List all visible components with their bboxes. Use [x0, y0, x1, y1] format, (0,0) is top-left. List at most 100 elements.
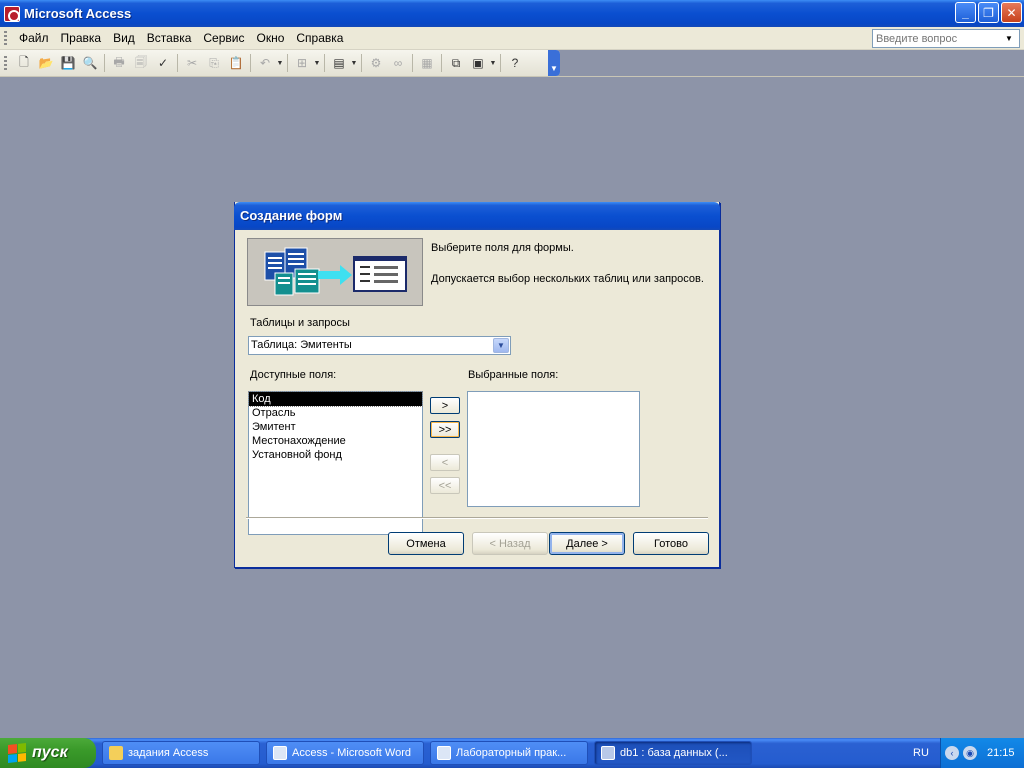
clock[interactable]: 21:15 — [987, 747, 1015, 759]
cancel-button[interactable]: Отмена — [388, 532, 464, 555]
toolbar-separator — [287, 54, 288, 72]
tables-queries-label: Таблицы и запросы — [250, 317, 350, 329]
available-fields-label: Доступные поля: — [250, 369, 337, 381]
add-field-button[interactable]: > — [430, 397, 460, 414]
toolbar-separator — [324, 54, 325, 72]
remove-field-button[interactable]: < — [430, 454, 460, 471]
selected-fields-list[interactable] — [467, 391, 640, 507]
menu-edit[interactable]: Правка — [55, 31, 108, 45]
start-label: пуск — [32, 744, 68, 761]
print-preview-icon[interactable]: 🗐 — [130, 52, 152, 74]
new-object-dropdown-icon[interactable]: ▼ — [489, 60, 497, 67]
analyze-icon[interactable]: ▤ — [328, 52, 350, 74]
instruction-text: Выберите поля для формы. — [431, 242, 574, 254]
list-item[interactable]: Отрасль — [249, 406, 422, 420]
menu-bar: Файл Правка Вид Вставка Сервис Окно Спра… — [0, 27, 1024, 50]
code-icon[interactable]: ⚙ — [365, 52, 387, 74]
instruction-note: Допускается выбор нескольких таблиц или … — [431, 273, 704, 285]
help-icon[interactable]: ? — [504, 52, 526, 74]
standard-toolbar: 🗋 📂 💾 🔍 🖶 🗐 ✓ ✂ ⎘ 📋 ↶ ▼ ⊞ ▼ ▤ ▼ ⚙ ∞ ▦ ⧉ … — [0, 50, 560, 76]
toolbar-separator — [500, 54, 501, 72]
wizard-illustration — [247, 238, 423, 306]
new-icon[interactable]: 🗋 — [13, 52, 35, 74]
menu-help[interactable]: Справка — [290, 31, 349, 45]
menu-tools[interactable]: Сервис — [197, 31, 250, 45]
spelling-icon[interactable]: ✓ — [152, 52, 174, 74]
print-icon[interactable]: 🖶 — [108, 52, 130, 74]
taskbar-item-word[interactable]: Access - Microsoft Word — [266, 741, 424, 765]
menu-window[interactable]: Окно — [250, 31, 290, 45]
toolbar-options-icon[interactable]: ▼ — [548, 50, 560, 76]
word-document-icon — [437, 746, 451, 760]
open-icon[interactable]: 📂 — [35, 52, 57, 74]
toolbar-separator — [177, 54, 178, 72]
language-indicator[interactable]: RU — [913, 747, 929, 759]
toolbar-separator — [250, 54, 251, 72]
title-bar[interactable]: Microsoft Access _ ❐ ✕ — [0, 0, 1024, 27]
form-wizard-dialog: Создание форм Выберите поля для формы. Д… — [234, 202, 720, 568]
selected-fields-label: Выбранные поля: — [468, 369, 559, 381]
menu-view[interactable]: Вид — [107, 31, 141, 45]
table-to-form-icon — [264, 247, 407, 296]
add-all-fields-button[interactable]: >> — [430, 421, 460, 438]
available-fields-list[interactable]: Код Отрасль Эмитент Местонахождение Уста… — [248, 391, 423, 535]
toolbar-separator — [412, 54, 413, 72]
start-button[interactable]: пуск — [0, 738, 96, 768]
folder-icon — [109, 746, 123, 760]
properties-icon[interactable]: ▦ — [416, 52, 438, 74]
dialog-divider — [246, 517, 708, 519]
windows-logo-icon — [8, 743, 26, 763]
task-label: задания Access — [128, 747, 209, 759]
tables-queries-select[interactable]: Таблица: Эмитенты ▼ — [248, 336, 511, 355]
task-label: Access - Microsoft Word — [292, 747, 411, 759]
ask-question-input[interactable] — [873, 32, 1001, 45]
system-tray: ‹ ◉ 21:15 — [940, 738, 1024, 768]
dialog-title[interactable]: Создание форм — [234, 202, 720, 230]
word-document-icon — [273, 746, 287, 760]
menu-file[interactable]: Файл — [13, 31, 55, 45]
paste-icon[interactable]: 📋 — [225, 52, 247, 74]
task-label: db1 : база данных (... — [620, 747, 728, 759]
script-editor-icon[interactable]: ∞ — [387, 52, 409, 74]
list-item[interactable]: Эмитент — [249, 420, 422, 434]
copy-icon[interactable]: ⎘ — [203, 52, 225, 74]
finish-button[interactable]: Готово — [633, 532, 709, 555]
toolbar-separator — [104, 54, 105, 72]
database-icon — [601, 746, 615, 760]
list-item[interactable]: Местонахождение — [249, 434, 422, 448]
window-controls: _ ❐ ✕ — [955, 2, 1022, 23]
new-object-icon[interactable]: ▣ — [467, 52, 489, 74]
back-button[interactable]: < Назад — [472, 532, 548, 555]
analyze-dropdown-icon[interactable]: ▼ — [350, 60, 358, 67]
save-icon[interactable]: 💾 — [57, 52, 79, 74]
taskbar-item-access-db[interactable]: db1 : база данных (... — [594, 741, 752, 765]
minimize-button[interactable]: _ — [955, 2, 976, 23]
relationships-icon[interactable]: ⧉ — [445, 52, 467, 74]
access-app-icon[interactable] — [4, 5, 20, 22]
taskbar-item-word-lab[interactable]: Лабораторный прак... — [430, 741, 588, 765]
volume-icon[interactable]: ◉ — [963, 746, 977, 760]
chevron-down-icon[interactable]: ▼ — [1001, 34, 1017, 43]
undo-dropdown-icon[interactable]: ▼ — [276, 60, 284, 67]
restore-button[interactable]: ❐ — [978, 2, 999, 23]
cut-icon[interactable]: ✂ — [181, 52, 203, 74]
menu-grip[interactable] — [4, 31, 7, 45]
tray-expand-icon[interactable]: ‹ — [945, 746, 959, 760]
list-item[interactable]: Установной фонд — [249, 448, 422, 462]
file-search-icon[interactable]: 🔍 — [79, 52, 101, 74]
toolbar-separator — [441, 54, 442, 72]
remove-all-fields-button[interactable]: << — [430, 477, 460, 494]
menu-insert[interactable]: Вставка — [141, 31, 198, 45]
ask-question-box[interactable]: ▼ — [872, 29, 1020, 48]
next-button[interactable]: Далее > — [549, 532, 625, 555]
toolbar-grip[interactable] — [4, 56, 7, 70]
tables-queries-value: Таблица: Эмитенты — [251, 339, 352, 351]
list-item[interactable]: Код — [248, 391, 423, 407]
taskbar-item-folder[interactable]: задания Access — [102, 741, 260, 765]
undo-icon[interactable]: ↶ — [254, 52, 276, 74]
task-label: Лабораторный прак... — [456, 747, 567, 759]
chevron-down-icon[interactable]: ▼ — [493, 338, 509, 353]
office-links-icon[interactable]: ⊞ — [291, 52, 313, 74]
office-links-dropdown-icon[interactable]: ▼ — [313, 60, 321, 67]
close-button[interactable]: ✕ — [1001, 2, 1022, 23]
